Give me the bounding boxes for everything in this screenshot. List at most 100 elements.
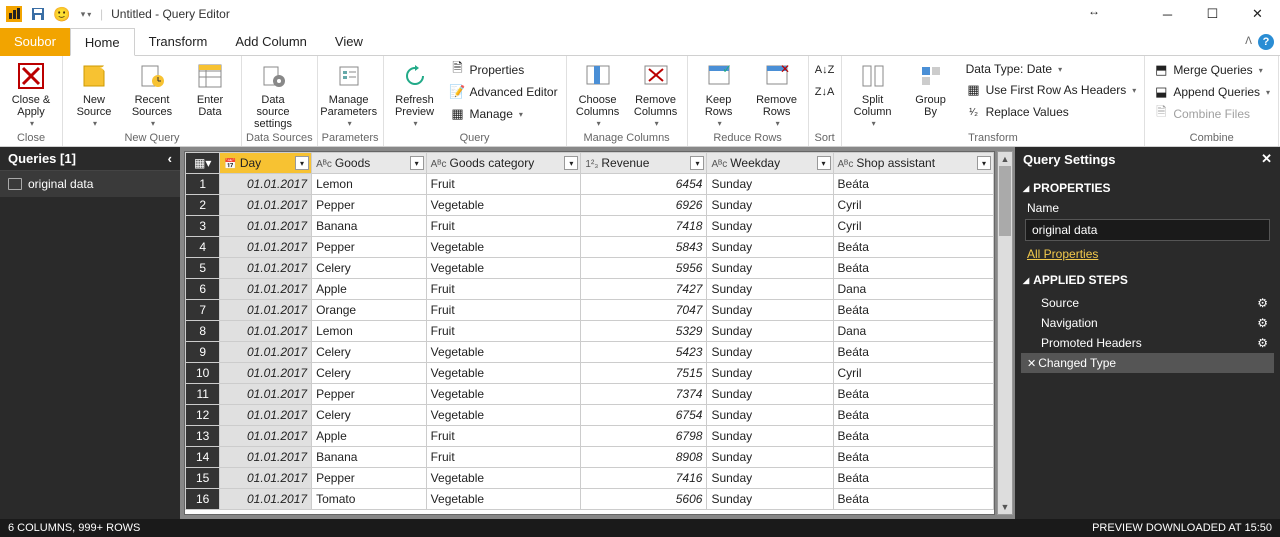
keep-rows-button[interactable]: ✓ Keep Rows xyxy=(692,58,746,130)
data-type-button[interactable]: Data Type: Date xyxy=(962,60,1141,78)
cell-weekday[interactable]: Sunday xyxy=(707,174,833,195)
column-header-assistant[interactable]: AᴮcShop assistant▾ xyxy=(833,153,993,174)
applied-steps-section[interactable]: APPLIED STEPS xyxy=(1015,269,1280,291)
cell-goods[interactable]: Apple xyxy=(312,426,427,447)
filter-icon[interactable]: ▾ xyxy=(564,156,578,170)
cell-day[interactable]: 01.01.2017 xyxy=(220,384,312,405)
cell-day[interactable]: 01.01.2017 xyxy=(220,258,312,279)
row-number[interactable]: 1 xyxy=(186,174,220,195)
remove-columns-button[interactable]: Remove Columns xyxy=(629,58,683,130)
table-row[interactable]: 701.01.2017OrangeFruit7047SundayBeáta xyxy=(186,300,994,321)
table-row[interactable]: 901.01.2017CeleryVegetable5423SundayBeát… xyxy=(186,342,994,363)
cell-category[interactable]: Vegetable xyxy=(426,405,581,426)
cell-goods[interactable]: Tomato xyxy=(312,489,427,510)
cell-weekday[interactable]: Sunday xyxy=(707,321,833,342)
table-row[interactable]: 1401.01.2017BananaFruit8908SundayBeáta xyxy=(186,447,994,468)
cell-assistant[interactable]: Dana xyxy=(833,279,993,300)
enter-data-button[interactable]: Enter Data xyxy=(183,58,237,118)
cell-day[interactable]: 01.01.2017 xyxy=(220,300,312,321)
cell-goods[interactable]: Banana xyxy=(312,216,427,237)
table-corner[interactable]: ▦▾ xyxy=(186,153,220,174)
cell-weekday[interactable]: Sunday xyxy=(707,258,833,279)
minimize-button[interactable]: ─ xyxy=(1145,0,1190,28)
cell-goods[interactable]: Celery xyxy=(312,363,427,384)
table-row[interactable]: 201.01.2017PepperVegetable6926SundayCyri… xyxy=(186,195,994,216)
cell-assistant[interactable]: Beáta xyxy=(833,384,993,405)
gear-icon[interactable]: ⚙ xyxy=(1257,316,1268,330)
table-row[interactable]: 601.01.2017AppleFruit7427SundayDana xyxy=(186,279,994,300)
gear-icon[interactable]: ⚙ xyxy=(1257,336,1268,350)
data-source-settings-button[interactable]: Data source settings xyxy=(246,58,300,130)
filter-icon[interactable]: ▾ xyxy=(410,156,424,170)
tab-file[interactable]: Soubor xyxy=(0,28,70,56)
cell-category[interactable]: Fruit xyxy=(426,174,581,195)
cell-category[interactable]: Vegetable xyxy=(426,489,581,510)
cell-assistant[interactable]: Beáta xyxy=(833,174,993,195)
cell-assistant[interactable]: Beáta xyxy=(833,489,993,510)
cell-assistant[interactable]: Cyril xyxy=(833,216,993,237)
cell-day[interactable]: 01.01.2017 xyxy=(220,279,312,300)
cell-weekday[interactable]: Sunday xyxy=(707,216,833,237)
help-icon[interactable]: ? xyxy=(1258,34,1274,50)
filter-icon[interactable]: ▾ xyxy=(817,156,831,170)
row-number[interactable]: 9 xyxy=(186,342,220,363)
cell-category[interactable]: Vegetable xyxy=(426,468,581,489)
table-row[interactable]: 1601.01.2017TomatoVegetable5606SundayBeá… xyxy=(186,489,994,510)
cell-goods[interactable]: Pepper xyxy=(312,237,427,258)
cell-assistant[interactable]: Beáta xyxy=(833,426,993,447)
tab-home[interactable]: Home xyxy=(70,28,135,56)
cell-weekday[interactable]: Sunday xyxy=(707,363,833,384)
column-header-weekday[interactable]: AᴮcWeekday▾ xyxy=(707,153,833,174)
chevron-up-icon[interactable]: ᐱ xyxy=(1245,36,1252,47)
scroll-down-icon[interactable]: ▼ xyxy=(998,500,1012,514)
save-icon[interactable] xyxy=(28,4,48,24)
cell-category[interactable]: Vegetable xyxy=(426,237,581,258)
cell-goods[interactable]: Pepper xyxy=(312,384,427,405)
filter-icon[interactable]: ▾ xyxy=(690,156,704,170)
tab-transform[interactable]: Transform xyxy=(135,28,222,56)
table-row[interactable]: 301.01.2017BananaFruit7418SundayCyril xyxy=(186,216,994,237)
cell-revenue[interactable]: 7427 xyxy=(581,279,707,300)
cell-day[interactable]: 01.01.2017 xyxy=(220,447,312,468)
cell-day[interactable]: 01.01.2017 xyxy=(220,174,312,195)
vertical-scrollbar[interactable]: ▲ ▼ xyxy=(997,151,1013,515)
delete-step-icon[interactable]: ✕ xyxy=(1027,357,1036,370)
step-promoted-headers[interactable]: Promoted Headers⚙ xyxy=(1021,333,1274,353)
advanced-editor-button[interactable]: 📝Advanced Editor xyxy=(446,82,562,102)
cell-category[interactable]: Fruit xyxy=(426,279,581,300)
cell-assistant[interactable]: Beáta xyxy=(833,237,993,258)
close-settings-icon[interactable]: ✕ xyxy=(1261,151,1272,167)
column-header-goods[interactable]: AᴮcGoods▾ xyxy=(312,153,427,174)
collapse-queries-icon[interactable]: ‹ xyxy=(168,151,172,166)
row-number[interactable]: 13 xyxy=(186,426,220,447)
cell-weekday[interactable]: Sunday xyxy=(707,384,833,405)
qat-dropdown-icon[interactable]: ▾ xyxy=(76,4,96,24)
column-header-category[interactable]: AᴮcGoods category▾ xyxy=(426,153,581,174)
properties-section[interactable]: PROPERTIES xyxy=(1015,177,1280,199)
cell-revenue[interactable]: 7416 xyxy=(581,468,707,489)
cell-assistant[interactable]: Beáta xyxy=(833,468,993,489)
cell-day[interactable]: 01.01.2017 xyxy=(220,195,312,216)
cell-weekday[interactable]: Sunday xyxy=(707,489,833,510)
split-column-button[interactable]: Split Column xyxy=(846,58,900,130)
remove-rows-button[interactable]: ✕ Remove Rows xyxy=(750,58,804,130)
cell-category[interactable]: Vegetable xyxy=(426,363,581,384)
cell-goods[interactable]: Celery xyxy=(312,405,427,426)
table-row[interactable]: 101.01.2017LemonFruit6454SundayBeáta xyxy=(186,174,994,195)
cell-revenue[interactable]: 5423 xyxy=(581,342,707,363)
gear-icon[interactable]: ⚙ xyxy=(1257,296,1268,310)
cell-goods[interactable]: Celery xyxy=(312,258,427,279)
cell-day[interactable]: 01.01.2017 xyxy=(220,405,312,426)
cell-goods[interactable]: Lemon xyxy=(312,174,427,195)
cell-day[interactable]: 01.01.2017 xyxy=(220,216,312,237)
scroll-up-icon[interactable]: ▲ xyxy=(998,152,1012,166)
close-apply-button[interactable]: Close & Apply xyxy=(4,58,58,130)
cell-category[interactable]: Fruit xyxy=(426,321,581,342)
cell-weekday[interactable]: Sunday xyxy=(707,237,833,258)
column-header-day[interactable]: 📅Day▾ xyxy=(220,153,312,174)
filter-icon[interactable]: ▾ xyxy=(295,156,309,170)
cell-day[interactable]: 01.01.2017 xyxy=(220,426,312,447)
merge-queries-button[interactable]: ⬒Merge Queries xyxy=(1149,60,1274,80)
cell-day[interactable]: 01.01.2017 xyxy=(220,321,312,342)
cell-weekday[interactable]: Sunday xyxy=(707,447,833,468)
